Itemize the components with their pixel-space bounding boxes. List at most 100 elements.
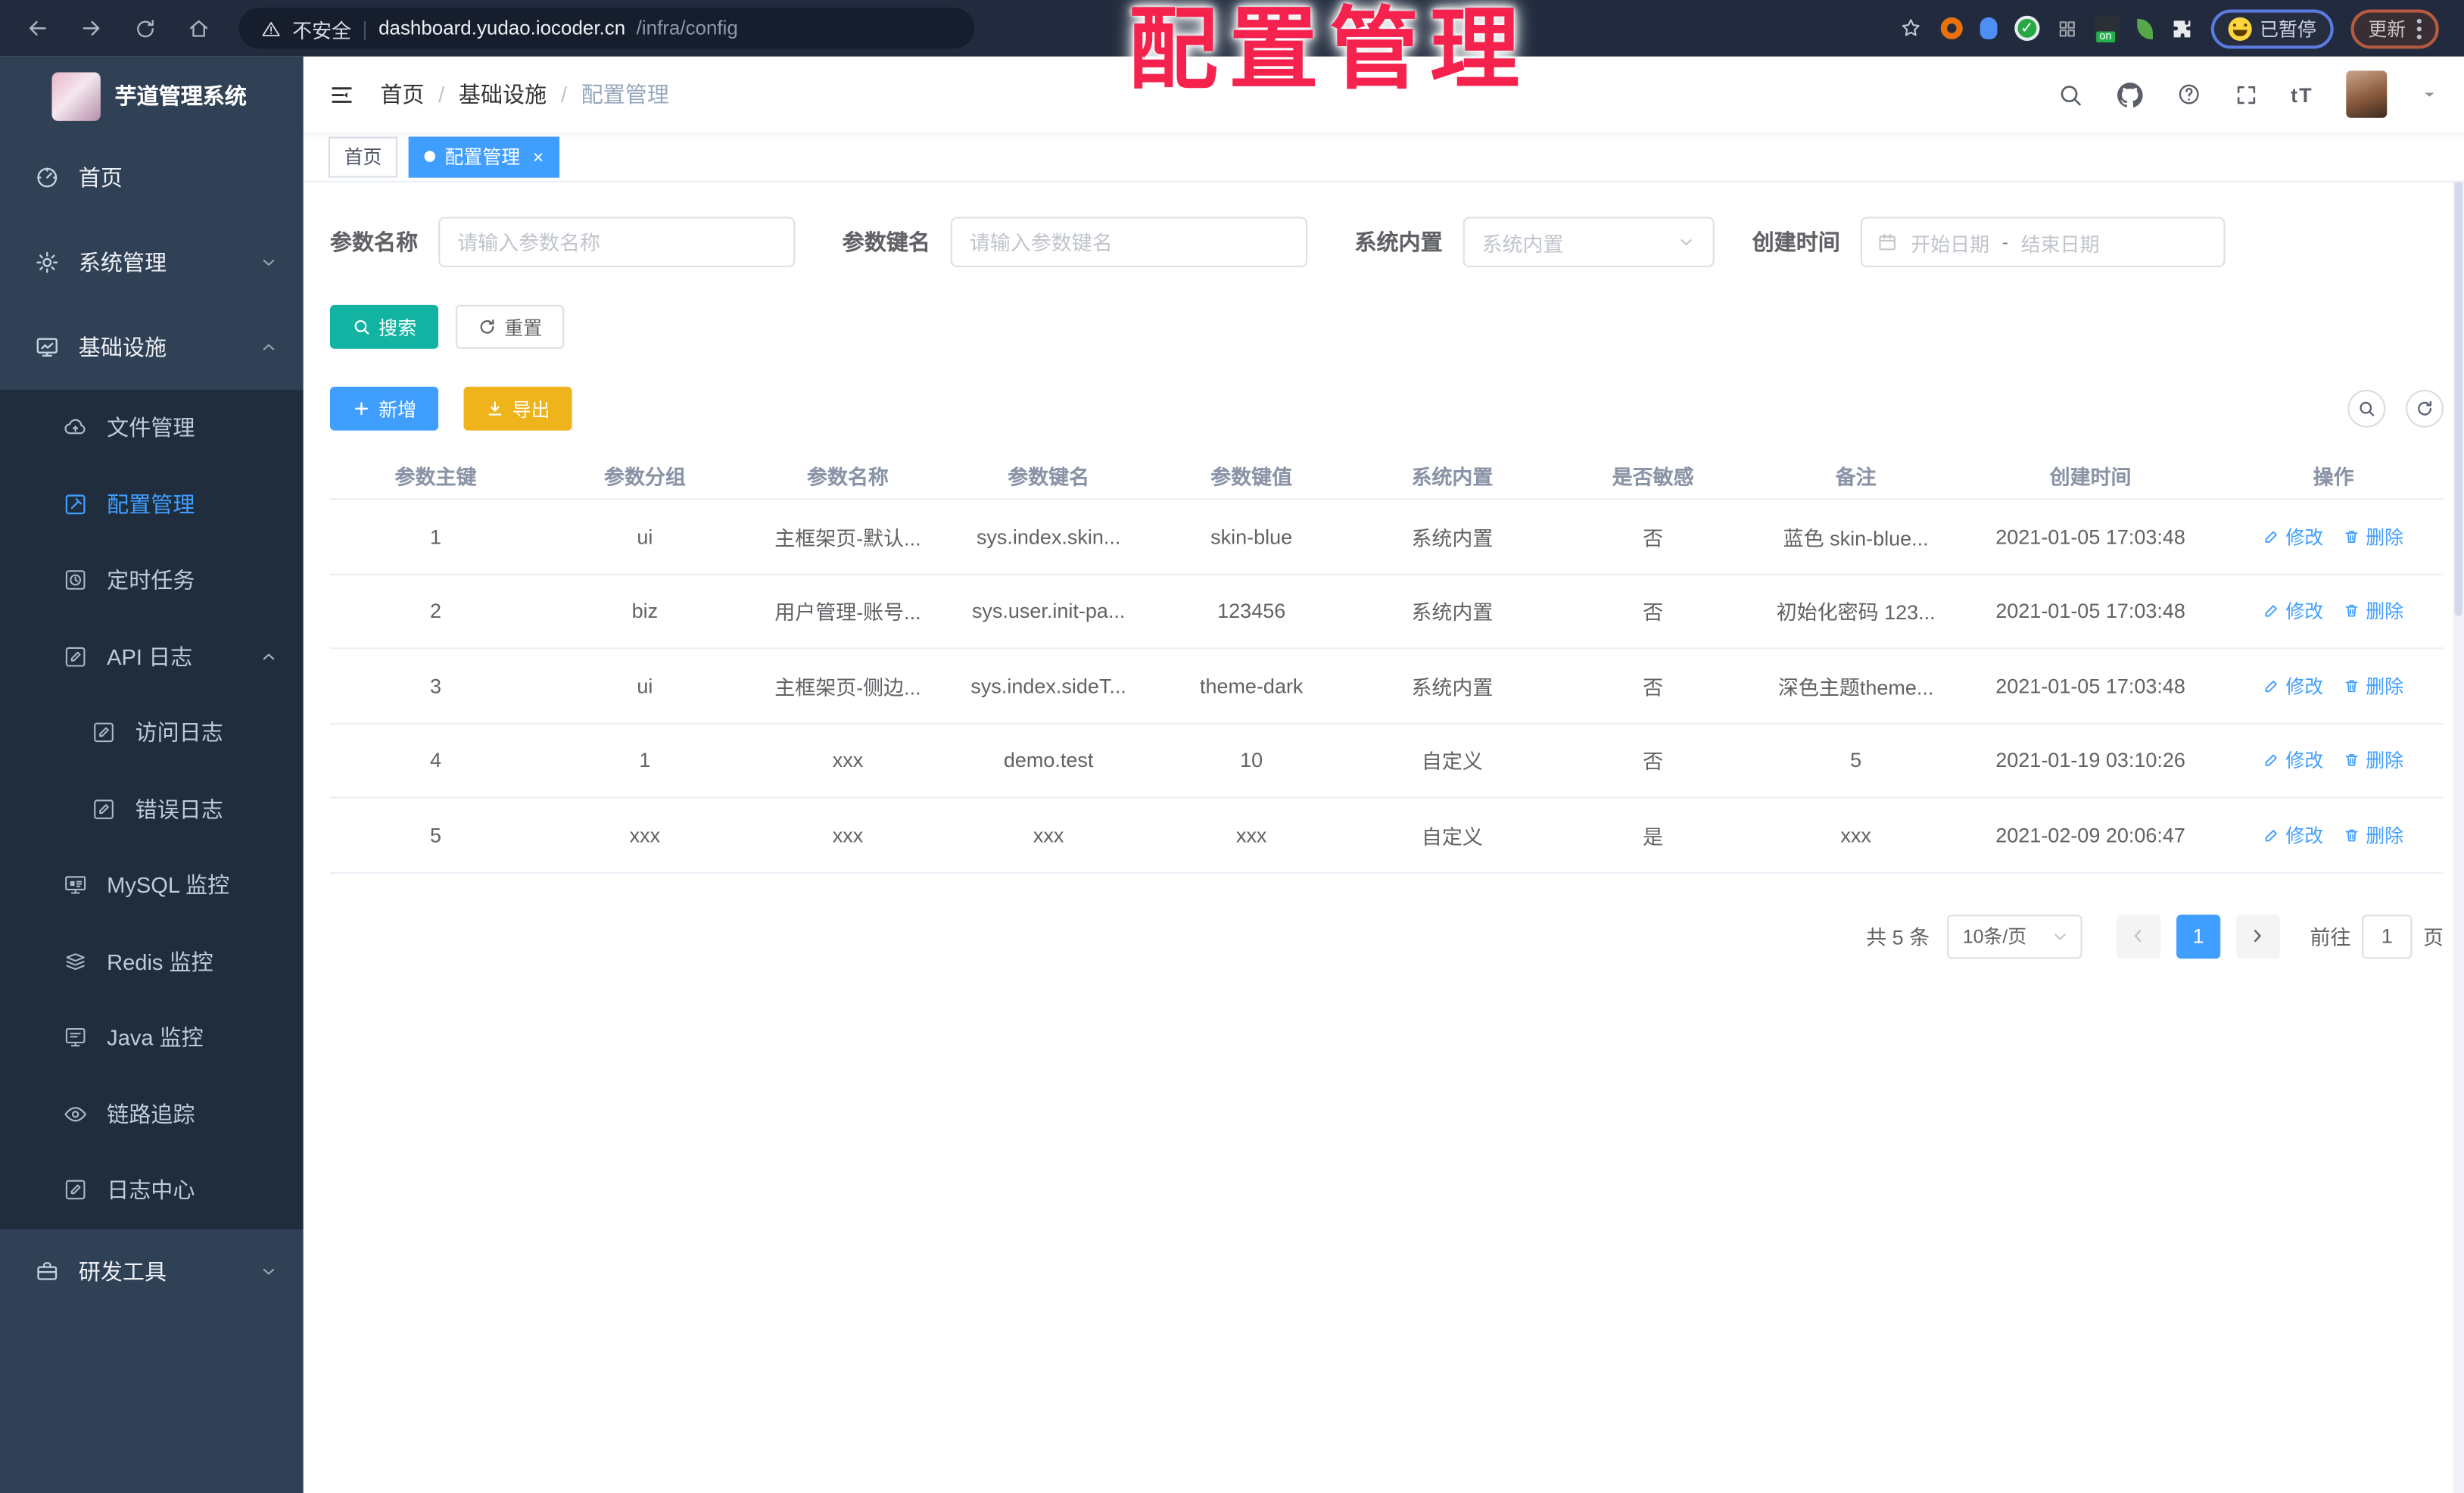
table-row-4[interactable]: 4 1 xxx demo.test 10 自定义 否 5 2021-01-19 03:10:26… — [329, 724, 2444, 799]
table-row-1[interactable]: 1 ui 主框架页-默认... sys.index.skin... skin-blue 系… — [329, 500, 2444, 575]
edit-link[interactable]: 修改 — [2263, 523, 2323, 550]
help-icon[interactable] — [2176, 82, 2201, 107]
font-size-icon[interactable]: tT — [2291, 83, 2313, 106]
cell: xxx — [1840, 823, 1871, 847]
table-row-5[interactable]: 5 xxx xxx xxx xxx 自定义 是 xxx 2021-02-09 20:06:47 修… — [329, 799, 2444, 874]
cell: xxx — [832, 748, 864, 772]
delete-link[interactable]: 删除 — [2344, 597, 2403, 624]
extension-donut-icon[interactable] — [1940, 17, 1963, 39]
bookmark-star-icon[interactable] — [1899, 16, 1924, 41]
edit-link[interactable]: 修改 — [2263, 821, 2323, 848]
delete-link[interactable]: 删除 — [2344, 523, 2403, 550]
tab-1[interactable]: 首页 — [328, 136, 398, 177]
param-name-input[interactable] — [438, 217, 796, 267]
sidebar-item-1[interactable]: 首页 — [0, 136, 304, 220]
tags-view-bar: 首页 配置管理 × — [303, 132, 2464, 182]
sidebar-item-13[interactable]: 链路追踪 — [0, 1075, 304, 1152]
log-icon — [63, 644, 88, 669]
extension-on-badge-icon[interactable]: on — [2095, 14, 2120, 42]
column-header-10: 操作 — [2313, 464, 2354, 488]
sidebar-item-5[interactable]: 配置管理 — [0, 466, 304, 543]
cell: 系统内置 — [1411, 525, 1494, 550]
sidebar-item-7[interactable]: API 日志 — [0, 618, 304, 695]
address-separator: | — [362, 16, 368, 40]
scrollbar-track[interactable] — [2453, 132, 2464, 1493]
table-row-3[interactable]: 3 ui 主框架页-侧边... sys.index.sideT... theme-dar… — [329, 649, 2444, 724]
extension-check-icon[interactable]: ✓ — [2014, 15, 2040, 41]
cell: 2021-01-05 17:03:48 — [1995, 674, 2185, 698]
search-icon[interactable] — [2057, 81, 2083, 108]
date-range-picker[interactable]: 开始日期 - 结束日期 — [1860, 217, 2226, 267]
next-page-button[interactable] — [2235, 914, 2281, 958]
param-key-input[interactable] — [950, 217, 1308, 267]
paused-label: 已暂停 — [2260, 17, 2316, 40]
delete-link[interactable]: 删除 — [2344, 821, 2403, 848]
cell: ui — [637, 674, 653, 698]
goto-page-input[interactable] — [2362, 914, 2413, 958]
infrastructure-icon — [35, 335, 60, 360]
cell: 主框架页-侧边... — [774, 675, 921, 700]
home-icon[interactable] — [176, 6, 220, 50]
sidebar-item-2[interactable]: 系统管理 — [0, 220, 304, 305]
reload-icon[interactable] — [123, 6, 167, 50]
extension-pin-icon[interactable] — [1980, 17, 1998, 39]
user-avatar[interactable] — [2346, 70, 2388, 118]
edit-link[interactable]: 修改 — [2263, 747, 2323, 774]
add-button[interactable]: 新增 — [329, 386, 439, 431]
chevron-down-icon — [260, 1261, 279, 1280]
tab-2[interactable]: 配置管理 × — [408, 136, 560, 177]
extension-leaf-icon[interactable] — [2137, 17, 2153, 39]
profile-paused-badge[interactable]: 已暂停 — [2210, 8, 2334, 48]
sidebar-item-12[interactable]: Java 监控 — [0, 999, 304, 1076]
extension-grid-icon[interactable] — [2057, 18, 2077, 39]
sidebar-item-3[interactable]: 基础设施 — [0, 305, 304, 390]
sidebar-fold-icon[interactable] — [329, 81, 355, 108]
sidebar-item-15[interactable]: 研发工具 — [0, 1228, 304, 1313]
refresh-table-button[interactable] — [2406, 389, 2444, 428]
sidebar-item-11[interactable]: Redis 监控 — [0, 923, 304, 1000]
pencil-icon — [2263, 677, 2281, 694]
delete-link[interactable]: 删除 — [2344, 672, 2403, 699]
breadcrumb-item-1[interactable]: 首页 — [380, 79, 424, 111]
scrollbar-thumb[interactable] — [2454, 144, 2462, 616]
sidebar-item-14[interactable]: 日志中心 — [0, 1152, 304, 1229]
address-bar[interactable]: 不安全 | dashboard.yudao.iocoder.cn/infra/c… — [238, 8, 975, 49]
sidebar-item-8[interactable]: 访问日志 — [0, 694, 304, 771]
table-row-2[interactable]: 2 biz 用户管理-账号... sys.user.init-pa... 123456 系… — [329, 575, 2444, 650]
github-icon[interactable] — [2117, 81, 2143, 108]
gear-icon — [35, 250, 60, 275]
reset-button[interactable]: 重置 — [456, 304, 565, 349]
cell: skin-blue — [1210, 524, 1293, 548]
system-type-select[interactable]: 系统内置 — [1463, 217, 1715, 267]
extensions-puzzle-icon[interactable] — [2170, 17, 2194, 40]
toggle-search-button[interactable] — [2347, 389, 2386, 428]
trash-icon — [2344, 752, 2361, 769]
breadcrumb-separator: / — [560, 81, 567, 108]
prev-page-button[interactable] — [2117, 914, 2161, 958]
delete-link[interactable]: 删除 — [2344, 747, 2403, 774]
close-icon[interactable]: × — [533, 147, 544, 166]
magnifier-icon — [352, 317, 371, 336]
fullscreen-icon[interactable] — [2234, 83, 2257, 106]
app-logo-row[interactable]: 芋道管理系统 — [0, 57, 304, 136]
update-button[interactable]: 更新 — [2350, 8, 2439, 48]
edit-link[interactable]: 修改 — [2263, 672, 2323, 699]
export-button[interactable]: 导出 — [463, 386, 572, 431]
page-size-select[interactable]: 10条/页 — [1946, 914, 2082, 958]
browser-menu-icon[interactable] — [2416, 17, 2422, 39]
forward-icon[interactable] — [69, 6, 113, 50]
sidebar-item-6[interactable]: 定时任务 — [0, 542, 304, 619]
column-header-9: 创建时间 — [2049, 464, 2132, 488]
back-icon[interactable] — [16, 6, 60, 50]
sidebar-item-9[interactable]: 错误日志 — [0, 771, 304, 847]
sidebar-item-10[interactable]: MySQL 监控 — [0, 846, 304, 924]
edit-link[interactable]: 修改 — [2263, 597, 2323, 624]
search-button[interactable]: 搜索 — [329, 304, 439, 349]
cell: 否 — [1643, 600, 1664, 625]
sidebar-item-4[interactable]: 文件管理 — [0, 389, 304, 466]
goto-label: 前往 — [2310, 925, 2351, 949]
chevron-down-icon — [1677, 232, 1696, 251]
sidebar-item-label: MySQL 监控 — [107, 872, 230, 898]
user-menu-caret-icon[interactable] — [2420, 85, 2439, 104]
breadcrumb-item-2[interactable]: 基础设施 — [459, 79, 547, 111]
